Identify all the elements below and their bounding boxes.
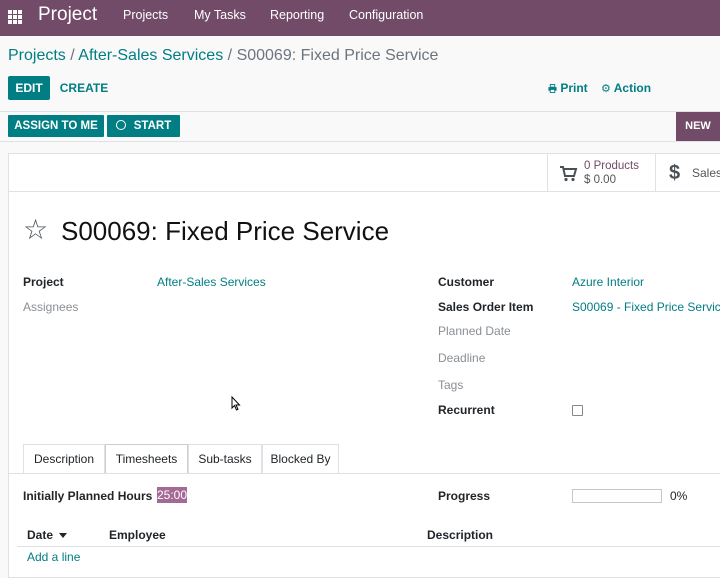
top-navbar: Project Projects My Tasks Reporting Conf… [0, 0, 720, 36]
app-brand[interactable]: Project [38, 4, 97, 26]
breadcrumb-current: S00069: Fixed Price Service [236, 47, 439, 64]
recurrent-checkbox[interactable] [572, 405, 583, 416]
clock-icon [115, 120, 126, 130]
apps-menu-icon[interactable] [8, 10, 22, 24]
add-line-link[interactable]: Add a line [27, 550, 80, 564]
sales-order-item-field[interactable]: S00069 - Fixed Price Service [572, 300, 720, 314]
customer-label: Customer [438, 275, 495, 289]
tab-timesheets[interactable]: Timesheets [105, 444, 188, 474]
tab-blocked-by[interactable]: Blocked By [262, 444, 339, 474]
menu-my-tasks[interactable]: My Tasks [194, 8, 246, 22]
mouse-cursor-icon [231, 396, 241, 411]
project-label: Project [23, 275, 64, 289]
form-sheet: 0 Products $ 0.00 $ Sales ☆ S00069: Fixe… [8, 153, 720, 578]
progress-label: Progress [438, 489, 491, 503]
products-amount: $ 0.00 [584, 174, 616, 186]
tab-sub-tasks[interactable]: Sub-tasks [188, 444, 262, 474]
action-button[interactable]: ⚙ Action [601, 81, 651, 95]
timesheet-table-header: Date Employee Description [17, 523, 720, 547]
start-button[interactable]: START [107, 115, 180, 137]
breadcrumb-separator: / [227, 47, 233, 64]
stage-new[interactable]: NEW [676, 112, 720, 141]
breadcrumb: Projects / After-Sales Services / S00069… [8, 46, 438, 66]
planned-date-label: Planned Date [438, 324, 511, 338]
progress-percent: 0% [670, 489, 688, 503]
sort-caret-icon [59, 533, 68, 539]
divider [0, 141, 720, 142]
products-stat-button[interactable]: 0 Products $ 0.00 [547, 154, 655, 192]
column-date[interactable]: Date [27, 528, 68, 542]
planned-hours-label: Initially Planned Hours [23, 489, 153, 503]
project-field[interactable]: After-Sales Services [157, 275, 266, 289]
assignees-label: Assignees [23, 300, 79, 314]
sales-order-item-label: Sales Order Item [438, 300, 534, 314]
breadcrumb-separator: / [70, 47, 75, 64]
start-label: START [133, 120, 172, 132]
button-box: 0 Products $ 0.00 $ Sales [9, 154, 720, 192]
divider [0, 111, 720, 112]
column-employee[interactable]: Employee [109, 528, 166, 542]
tags-label: Tags [438, 378, 464, 392]
dollar-icon: $ [669, 162, 681, 184]
sales-stat-button[interactable]: $ Sales [655, 154, 720, 192]
print-label: Print [560, 81, 588, 95]
menu-projects[interactable]: Projects [123, 8, 168, 22]
planned-hours-input[interactable]: 25:00 [157, 487, 187, 503]
column-description[interactable]: Description [427, 528, 493, 542]
action-label: Action [613, 81, 652, 95]
sales-label: Sales [692, 166, 720, 180]
breadcrumb-projects[interactable]: Projects [8, 47, 66, 64]
tab-description[interactable]: Description [23, 444, 105, 474]
assignees-field[interactable] [157, 298, 397, 314]
cart-icon [560, 166, 578, 182]
deadline-label: Deadline [438, 351, 486, 365]
column-date-label: Date [27, 528, 54, 542]
task-title[interactable]: S00069: Fixed Price Service [61, 215, 389, 247]
assign-to-me-button[interactable]: ASSIGN TO ME [8, 115, 104, 137]
tab-divider [9, 473, 720, 474]
create-button[interactable]: CREATE [58, 76, 110, 100]
products-count: 0 Products [584, 160, 639, 172]
menu-reporting[interactable]: Reporting [270, 8, 324, 22]
breadcrumb-project[interactable]: After-Sales Services [78, 47, 223, 64]
print-icon [548, 84, 557, 93]
edit-button[interactable]: EDIT [8, 76, 50, 100]
recurrent-label: Recurrent [438, 403, 495, 417]
star-icon[interactable]: ☆ [23, 214, 48, 246]
print-button[interactable]: Print [548, 81, 588, 95]
customer-field[interactable]: Azure Interior [572, 275, 644, 289]
menu-configuration[interactable]: Configuration [349, 8, 423, 22]
gear-icon: ⚙ [601, 83, 611, 95]
progress-bar [572, 489, 662, 503]
